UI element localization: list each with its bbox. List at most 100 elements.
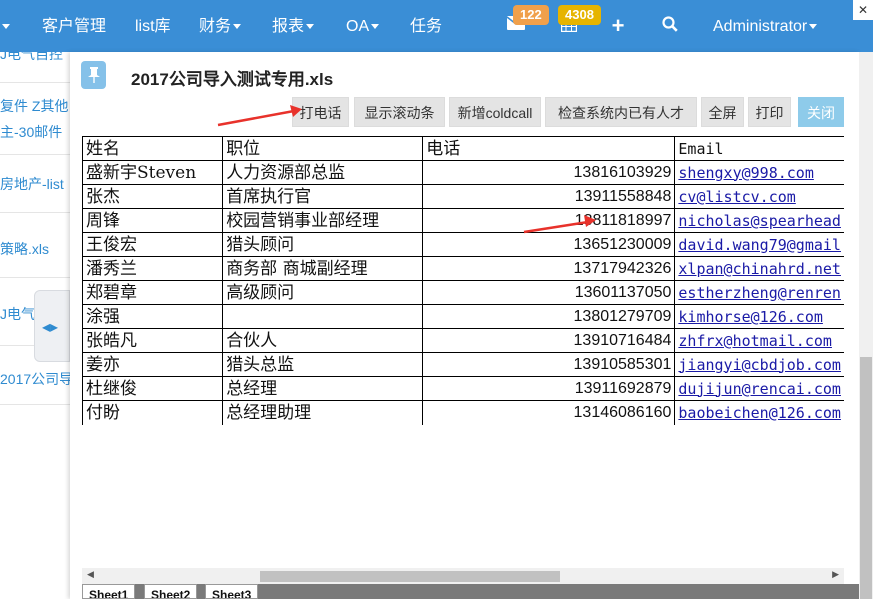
divider [0, 154, 70, 155]
list-item[interactable]: 策略.xls [0, 239, 49, 259]
cell-phone: 13146086160 [422, 400, 676, 425]
show-scrollbar-button[interactable]: 显示滚动条 [354, 97, 445, 127]
add-coldcall-button[interactable]: 新增coldcall [449, 97, 541, 127]
table-row: 涂强 13801279709 kimhorse@126.com [82, 304, 844, 329]
cell-email-link[interactable]: baobeichen@126.com [675, 401, 844, 425]
chevron-down-icon [306, 24, 315, 30]
divider [0, 277, 70, 278]
cell-phone: 13801279709 [422, 304, 676, 329]
tab-sheet1[interactable]: Sheet1 [82, 584, 136, 599]
sheet-tabs: Sheet1 Sheet2 Sheet3 [82, 584, 860, 599]
check-existing-talent-button[interactable]: 检查系统内已有人才 [545, 97, 697, 127]
column-header-phone: 电话 [422, 136, 676, 161]
cell-position: 合伙人 [222, 328, 424, 353]
cell-phone: 13651230009 [422, 232, 676, 257]
cell-email-link[interactable]: dujijun@rencai.com [674, 376, 844, 401]
tab-sheet3[interactable]: Sheet3 [205, 584, 259, 599]
close-icon[interactable]: ✕ [853, 0, 873, 20]
chevron-down-icon [809, 24, 818, 30]
list-item[interactable]: 房地产-list [0, 174, 64, 194]
nav-customer-management[interactable]: 客户管理 [42, 0, 106, 52]
scroll-left-icon[interactable]: ◀ [87, 569, 94, 580]
file-preview-modal: 2017公司导入测试专用.xls 打电话 显示滚动条 新增coldcall 检查… [70, 52, 860, 599]
table-header-row: 姓名 职位 电话 Email [82, 136, 844, 161]
cell-email-link[interactable]: nicholas@spearhead [674, 208, 844, 233]
list-item[interactable]: J电气自控 [0, 52, 63, 64]
cell-position: 猎头总监 [222, 352, 424, 377]
horizontal-scrollbar[interactable]: ◀ ▶ [82, 568, 844, 584]
print-button[interactable]: 打印 [748, 97, 791, 127]
background-file-list: J电气自控 复件 Z其他 主-30邮件 房地产-list 策略.xls J电气 … [0, 52, 70, 599]
nav-label: OA [346, 18, 370, 35]
annotation-arrow-icon [523, 215, 596, 234]
cell-email-link[interactable]: xlpan@chinahrd.net [674, 256, 844, 281]
cell-position: 商务部 商城副经理 [222, 256, 424, 281]
nav-label: 任务 [410, 18, 443, 35]
cell-position: 高级顾问 [222, 280, 424, 305]
nav-label: 财务 [199, 18, 232, 35]
user-menu[interactable]: Administrator [713, 0, 818, 52]
table-row: 郑碧章 高级顾问 13601137050 estherzheng@renren [82, 280, 844, 305]
close-button[interactable]: 关闭 [798, 97, 844, 127]
cell-position: 总经理 [222, 376, 424, 401]
cell-email-link[interactable]: jiangyi@cbdjob.com [674, 352, 844, 377]
table-row: 周锋 校园营销事业部经理 13811818997 nicholas@spearhead [82, 208, 844, 233]
page-vertical-scrollbar[interactable] [859, 52, 873, 599]
cell-name: 周锋 [82, 208, 224, 233]
fullscreen-button[interactable]: 全屏 [701, 97, 744, 127]
plus-icon[interactable]: + [608, 15, 628, 37]
nav-oa[interactable]: OA [346, 0, 380, 52]
table-row: 张皓凡 合伙人 13910716484 zhfrx@hotmail.com [82, 328, 844, 353]
cell-phone: 13717942326 [422, 256, 676, 281]
calendar-count-badge: 4308 [558, 5, 601, 25]
table-row: 杜继俊 总经理 13911692879 dujijun@rencai.com [82, 376, 844, 401]
nav-overflow-caret[interactable] [0, 0, 10, 52]
cell-email-link[interactable]: david.wang79@gmail [674, 232, 844, 257]
nav-finance[interactable]: 财务 [199, 0, 242, 52]
cell-name: 涂强 [82, 304, 224, 329]
cell-email-link[interactable]: estherzheng@renren [674, 280, 844, 305]
spreadsheet-view[interactable]: 姓名 职位 电话 Email 盛新宇Steven 人力资源部总监 138161039… [82, 136, 844, 576]
tab-sheet2[interactable]: Sheet2 [144, 584, 198, 599]
list-item[interactable]: J电气 [0, 304, 35, 324]
nav-label: 客户管理 [42, 18, 107, 35]
list-item[interactable]: 主-30邮件 [0, 122, 62, 142]
nav-list-library[interactable]: list库 [135, 0, 171, 52]
nav-label: 报表 [272, 18, 305, 35]
cell-name: 盛新宇Steven [82, 160, 224, 185]
modal-title: 2017公司导入测试专用.xls [131, 70, 334, 89]
cell-name: 潘秀兰 [82, 256, 224, 281]
scroll-right-icon[interactable]: ▶ [832, 569, 839, 580]
cell-position: 总经理助理 [222, 400, 424, 425]
cell-name: 张皓凡 [82, 328, 224, 353]
column-header-position: 职位 [222, 136, 424, 161]
cell-email-link[interactable]: shengxy@998.com [674, 160, 844, 185]
cell-email-link[interactable]: kimhorse@126.com [674, 304, 844, 329]
cell-email-link[interactable]: zhfrx@hotmail.com [674, 328, 844, 353]
cell-email-link[interactable]: cv@listcv.com [674, 184, 844, 209]
chevron-down-icon [233, 24, 242, 30]
nav-reports[interactable]: 报表 [272, 0, 315, 52]
nav-label: list库 [135, 18, 171, 35]
cell-name: 杜继俊 [82, 376, 224, 401]
cell-name: 张杰 [82, 184, 224, 209]
scrollbar-thumb[interactable] [860, 357, 872, 599]
nav-tasks[interactable]: 任务 [410, 0, 442, 52]
cell-position: 猎头顾问 [222, 232, 424, 257]
pin-icon[interactable] [81, 61, 106, 89]
list-item[interactable]: 2017公司导 [0, 369, 70, 389]
cell-position: 校园营销事业部经理 [222, 208, 424, 233]
sidebar-toggle[interactable]: ◂▸ [34, 290, 70, 362]
table-row: 潘秀兰 商务部 商城副经理 13717942326 xlpan@chinahrd.ne… [82, 256, 844, 281]
top-navbar: 客户管理 list库 财务 报表 OA 任务 122 4308 + Admini… [0, 0, 873, 52]
cell-phone: 13601137050 [422, 280, 676, 305]
cell-position: 人力资源部总监 [222, 160, 424, 185]
list-item[interactable]: 复件 Z其他 [0, 96, 68, 116]
search-icon[interactable] [660, 16, 680, 36]
mail-count-badge: 122 [513, 5, 549, 25]
cell-name: 付盼 [82, 400, 224, 425]
scrollbar-thumb[interactable] [260, 571, 560, 582]
cell-phone: 13816103929 [422, 160, 676, 185]
chevron-down-icon [371, 24, 380, 30]
divider [0, 212, 70, 213]
